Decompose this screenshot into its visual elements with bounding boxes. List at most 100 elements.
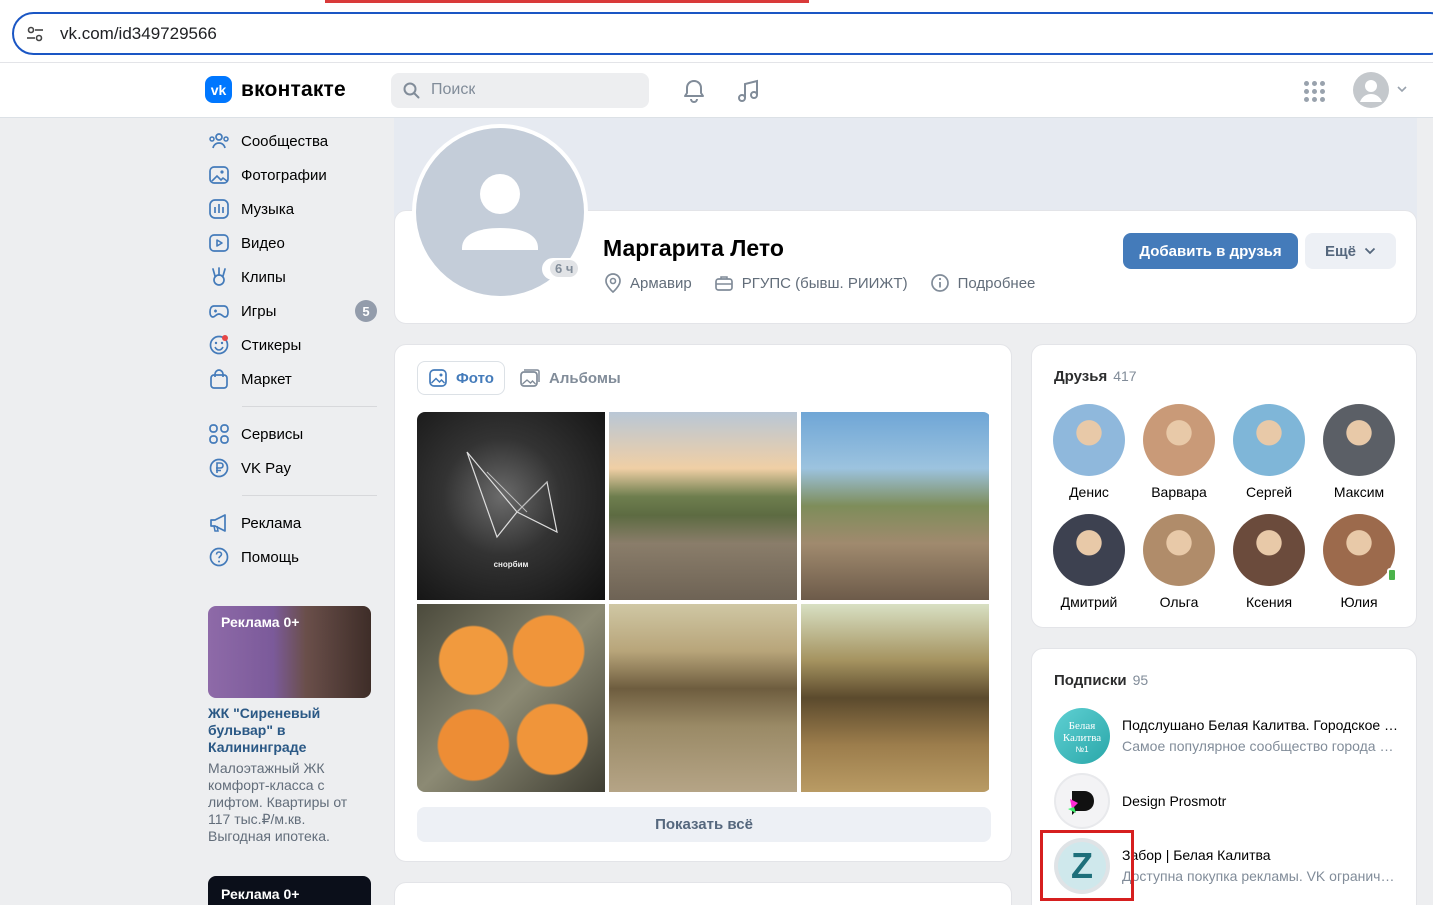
sidebar-item-vkpay[interactable]: VK Pay	[205, 451, 380, 485]
subscription-avatar-text: Z	[1058, 842, 1106, 890]
friend-avatar[interactable]	[1053, 404, 1125, 476]
sidebar-item-label: Помощь	[241, 548, 299, 566]
sidebar-item-help[interactable]: Помощь	[205, 540, 380, 574]
sidebar-item-video[interactable]: Видео	[205, 226, 380, 260]
more-info-text: Подробнее	[957, 274, 1036, 292]
friend-item[interactable]: Сергей	[1224, 404, 1314, 500]
subscription-item[interactable]: Design Prosmotr	[1054, 773, 1404, 829]
sidebar-item-games[interactable]: Игры 5	[205, 294, 380, 328]
chevron-down-icon[interactable]	[1396, 85, 1408, 93]
friend-avatar[interactable]	[1053, 514, 1125, 586]
friend-name[interactable]: Денис	[1044, 484, 1134, 500]
video-icon	[208, 232, 230, 254]
subscription-avatar	[1054, 773, 1110, 829]
friend-avatar[interactable]	[1323, 514, 1397, 586]
friend-name[interactable]: Ольга	[1134, 594, 1224, 610]
ad-title[interactable]: ЖК "Сиреневый бульвар" в Калининграде	[208, 705, 372, 756]
sidebar-item-label: Клипы	[241, 268, 286, 286]
profile-name: Маргарита Лето	[603, 235, 784, 261]
search-box[interactable]: Поиск	[391, 73, 649, 108]
subscription-description: Самое популярное сообщество города Белая…	[1122, 738, 1402, 754]
friend-avatar[interactable]	[1323, 404, 1395, 476]
friend-item[interactable]: Варвара	[1134, 404, 1224, 500]
subscription-item[interactable]: Z Забор | Белая Калитва Доступна покупка…	[1054, 838, 1404, 894]
photo-thumbnail[interactable]	[417, 604, 605, 792]
tab-albums[interactable]: Альбомы	[509, 361, 631, 395]
friend-item[interactable]: Денис	[1044, 404, 1134, 500]
sidebar-ad-2[interactable]: Реклама 0+	[208, 876, 371, 905]
last-seen-text: 6 ч	[550, 260, 579, 277]
friend-name[interactable]: Юлия	[1314, 594, 1404, 610]
sidebar-item-label: VK Pay	[241, 459, 292, 477]
friends-title: Друзья	[1054, 368, 1108, 385]
friends-block: Друзья 417 Денис Варвара Сергей Максим Дмитри…	[1031, 344, 1417, 628]
photo-thumbnail[interactable]: снорбим	[417, 412, 605, 600]
more-actions-button[interactable]: Ещё	[1305, 233, 1396, 269]
photo-thumbnail[interactable]	[609, 412, 797, 600]
photo-thumbnail[interactable]	[609, 604, 797, 792]
tab-photos[interactable]: Фото	[417, 361, 505, 395]
photo-thumbnail[interactable]	[801, 604, 989, 792]
search-icon	[403, 82, 420, 99]
ad-label: Реклама 0+	[221, 614, 300, 630]
subscriptions-header[interactable]: Подписки 95	[1054, 672, 1148, 689]
profile-city[interactable]: Армавир	[604, 273, 692, 293]
friend-avatar[interactable]	[1143, 404, 1215, 476]
sidebar-item-market[interactable]: Маркет	[205, 362, 380, 396]
subscription-avatar: Z	[1054, 838, 1110, 894]
friend-name[interactable]: Максим	[1314, 484, 1404, 500]
friends-header[interactable]: Друзья 417	[1054, 368, 1137, 385]
subscription-title: Design Prosmotr	[1122, 793, 1227, 809]
friends-count: 417	[1113, 368, 1137, 384]
subscription-title: Подслушано Белая Калитва. Городское сооб…	[1122, 717, 1402, 733]
ad-image[interactable]: Реклама 0+	[208, 606, 371, 698]
add-friend-button[interactable]: Добавить в друзья	[1123, 233, 1298, 269]
sidebar-item-photos[interactable]: Фотографии	[205, 158, 380, 192]
profile-meta: Армавир РГУПС (бывш. РИИЖТ) Подробнее	[604, 273, 1057, 293]
friend-item[interactable]: Ольга	[1134, 514, 1224, 610]
photo-thumbnail[interactable]	[801, 412, 989, 600]
notifications-bell-icon[interactable]	[682, 78, 706, 104]
subscription-description: Доступна покупка рекламы. VK ограничивае…	[1122, 868, 1402, 884]
user-avatar[interactable]	[1353, 72, 1389, 108]
music-note-icon[interactable]	[736, 78, 760, 104]
sidebar-item-communities[interactable]: Сообщества	[205, 124, 380, 158]
friend-name[interactable]: Варвара	[1134, 484, 1224, 500]
sidebar-item-label: Сервисы	[241, 425, 304, 443]
sidebar-item-label: Фотографии	[241, 166, 327, 184]
tab-albums-label: Альбомы	[549, 369, 621, 387]
sidebar-item-ads[interactable]: Реклама	[205, 506, 380, 540]
friend-name[interactable]: Дмитрий	[1044, 594, 1134, 610]
apps-grid-icon[interactable]	[1304, 81, 1325, 102]
url-text[interactable]: vk.com/id349729566	[60, 24, 217, 44]
sidebar-ad[interactable]: Реклама 0+ ЖК "Сиреневый бульвар" в Кали…	[208, 606, 372, 845]
sidebar-item-stickers[interactable]: Стикеры	[205, 328, 380, 362]
friend-item[interactable]: Максим	[1314, 404, 1404, 500]
location-pin-icon	[605, 273, 621, 293]
stickers-icon	[208, 334, 230, 356]
friend-item[interactable]: Ксения	[1224, 514, 1314, 610]
tab-photos-label: Фото	[456, 369, 494, 387]
friend-avatar[interactable]	[1233, 514, 1305, 586]
subscription-item[interactable]: Белая Калитва №1 Подслушано Белая Калитв…	[1054, 708, 1404, 764]
friend-item[interactable]: Дмитрий	[1044, 514, 1134, 610]
friend-avatar[interactable]	[1233, 404, 1305, 476]
show-all-photos-button[interactable]: Показать всё	[417, 807, 991, 842]
sidebar-item-services[interactable]: Сервисы	[205, 417, 380, 451]
albums-icon	[520, 369, 540, 387]
friend-item[interactable]: Юлия	[1314, 514, 1404, 610]
profile-education[interactable]: РГУПС (бывш. РИИЖТ)	[714, 274, 908, 292]
vk-logo[interactable]: vk вконтакте	[205, 76, 346, 103]
music-icon	[208, 198, 230, 220]
vk-logo-icon: vk	[205, 76, 232, 103]
sidebar-item-music[interactable]: Музыка	[205, 192, 380, 226]
friend-avatar[interactable]	[1143, 514, 1215, 586]
address-bar[interactable]: vk.com/id349729566	[12, 12, 1433, 55]
sidebar-item-clips[interactable]: Клипы	[205, 260, 380, 294]
subscription-avatar: Белая Калитва №1	[1054, 708, 1110, 764]
site-settings-icon[interactable]	[26, 25, 44, 43]
sidebar-item-label: Стикеры	[241, 336, 302, 354]
friend-name[interactable]: Ксения	[1224, 594, 1314, 610]
friend-name[interactable]: Сергей	[1224, 484, 1314, 500]
profile-more-info[interactable]: Подробнее	[930, 273, 1036, 293]
